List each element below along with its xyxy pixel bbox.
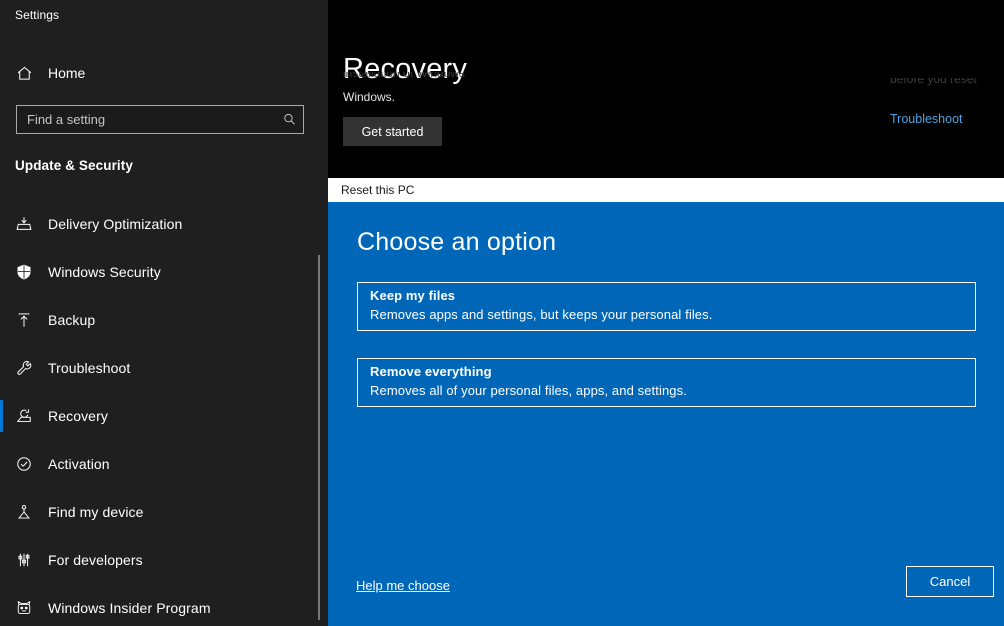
sidebar-item-label: Troubleshoot [48,360,131,376]
sidebar-item-home-label: Home [48,65,86,81]
sidebar-item-recovery[interactable]: Recovery [0,392,310,440]
search-icon[interactable] [275,112,303,127]
option-description: Removes apps and settings, but keeps you… [370,307,713,322]
insider-cat-icon [0,599,48,617]
shield-icon [0,263,48,281]
sidebar-item-home[interactable]: Home [0,57,310,89]
sidebar-item-find-my-device[interactable]: Find my device [0,488,310,536]
sidebar-item-label: Backup [48,312,96,328]
sidebar-item-label: Recovery [48,408,108,424]
option-remove-everything[interactable]: Remove everything Removes all of your pe… [357,358,976,407]
option-description: Removes all of your personal files, apps… [370,383,687,398]
home-icon [0,65,48,82]
check-circle-icon [0,455,48,473]
search-input[interactable] [17,106,275,133]
dialog-heading: Choose an option [357,228,557,256]
sidebar-item-for-developers[interactable]: For developers [0,536,310,584]
get-started-button[interactable]: Get started [343,117,442,146]
sidebar-item-label: Windows Security [48,264,161,280]
sidebar-item-label: Find my device [48,504,144,520]
troubleshoot-link[interactable]: Troubleshoot [890,112,963,126]
settings-window: Settings Home Update & Security [0,0,1004,626]
sidebar: Settings Home Update & Security [0,0,328,626]
window-title: Settings [15,8,60,22]
backup-upload-icon [0,311,48,329]
dialog-title: Reset this PC [341,183,415,197]
advanced-startup-clipped-text: before you reset [890,78,977,86]
sidebar-item-activation[interactable]: Activation [0,440,310,488]
recovery-description: installation of Windows Windows. [343,72,643,108]
sidebar-item-troubleshoot[interactable]: Troubleshoot [0,344,310,392]
search-box[interactable] [16,105,304,134]
wrench-icon [0,359,48,377]
recovery-icon [0,407,48,425]
sidebar-item-label: For developers [48,552,143,568]
sidebar-section-title: Update & Security [15,158,133,173]
cancel-button[interactable]: Cancel [906,566,994,597]
sidebar-item-label: Delivery Optimization [48,216,183,232]
sidebar-item-delivery-optimization[interactable]: Delivery Optimization [0,200,310,248]
help-me-choose-link[interactable]: Help me choose [356,578,450,593]
advanced-startup-block: before you reset Troubleshoot [884,78,1004,128]
sidebar-nav: Delivery Optimization Windows Security B… [0,200,328,626]
recovery-description-line: Windows. [343,90,396,104]
location-pin-icon [0,503,48,521]
delivery-optimization-icon [0,215,48,233]
dialog-titlebar[interactable]: Reset this PC [328,178,1004,202]
recovery-description-clipped: installation of Windows [343,72,466,80]
selection-indicator [0,400,3,432]
sidebar-scrollbar-thumb[interactable] [318,255,320,620]
sidebar-item-windows-insider-program[interactable]: Windows Insider Program [0,584,310,626]
sidebar-item-backup[interactable]: Backup [0,296,310,344]
sidebar-item-label: Activation [48,456,110,472]
sliders-icon [0,551,48,569]
sidebar-item-label: Windows Insider Program [48,600,211,616]
option-title: Remove everything [370,364,492,379]
dialog-body: Choose an option Keep my files Removes a… [328,202,1004,626]
option-title: Keep my files [370,288,456,303]
sidebar-item-windows-security[interactable]: Windows Security [0,248,310,296]
option-keep-my-files[interactable]: Keep my files Removes apps and settings,… [357,282,976,331]
reset-this-pc-dialog: Reset this PC Choose an option Keep my f… [328,178,1004,626]
